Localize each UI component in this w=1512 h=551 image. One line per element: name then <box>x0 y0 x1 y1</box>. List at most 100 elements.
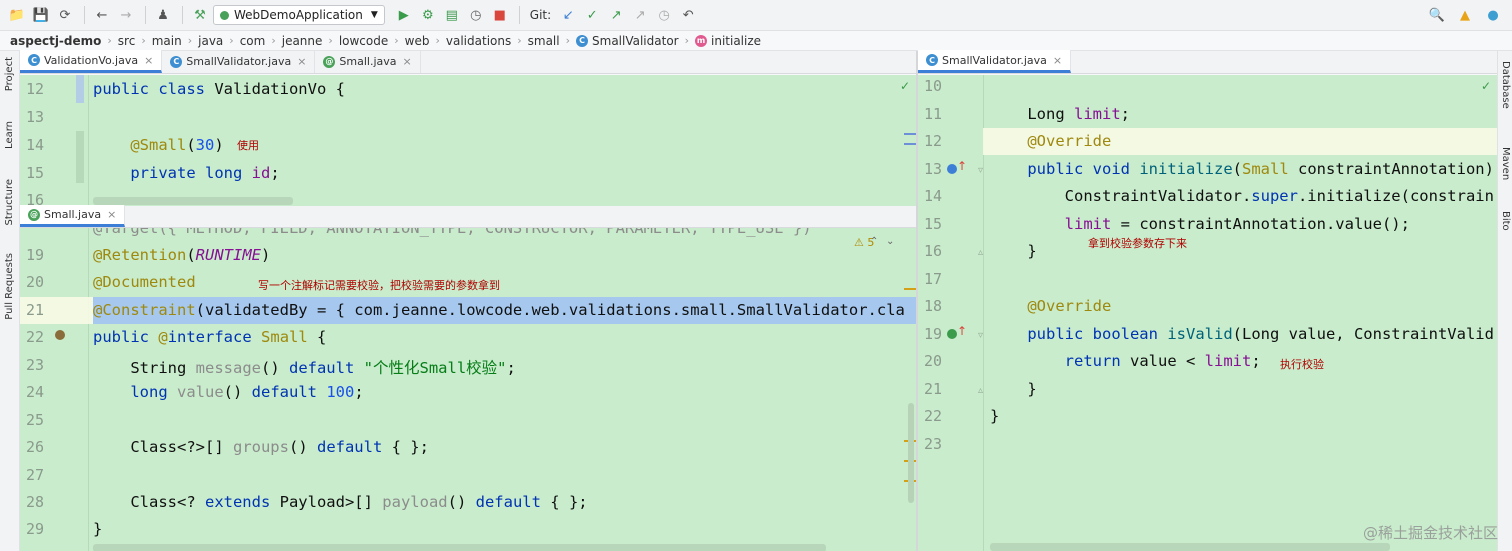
code-line: @Override <box>1027 132 1112 150</box>
tool-window-database[interactable]: Database <box>1500 61 1511 109</box>
tab-label: ValidationVo.java <box>44 53 139 67</box>
line-number: 13 <box>26 108 45 126</box>
tab-label: Small.java <box>339 55 397 68</box>
code-line: private long id; <box>130 164 280 182</box>
code-line: long value() default 100; <box>130 383 364 401</box>
close-icon[interactable]: × <box>297 55 306 68</box>
breadcrumb-method[interactable]: m initialize <box>695 34 761 48</box>
editor-small[interactable]: @Target({ METHOD, FIELD, ANNOTATION_TYPE… <box>20 228 916 551</box>
fold-icon[interactable]: ▵ <box>978 385 983 396</box>
run-icon[interactable]: ▶ <box>393 4 415 26</box>
git-rollback-icon[interactable]: ↶ <box>677 4 699 26</box>
fold-icon[interactable]: ▿ <box>978 165 983 176</box>
close-icon[interactable]: × <box>403 55 412 68</box>
line-number: 11 <box>924 105 943 123</box>
breadcrumb-src[interactable]: src <box>118 34 136 48</box>
debug-icon[interactable]: ⚙ <box>417 4 439 26</box>
breadcrumb-project[interactable]: aspectj-demo <box>10 34 101 48</box>
breadcrumb-com[interactable]: com <box>240 34 266 48</box>
editor-smallvalidator[interactable]: 10 11 12 13 14 15 16 17 18 19 20 21 22 2… <box>918 75 1497 551</box>
stop-icon[interactable]: ■ <box>489 4 511 26</box>
breadcrumb-jeanne[interactable]: jeanne <box>282 34 323 48</box>
editor-tabbar-top-left: C ValidationVo.java × C SmallValidator.j… <box>20 50 916 74</box>
tab-small[interactable]: @ Small.java × <box>315 50 421 73</box>
editor-tabbar-right: C SmallValidator.java × <box>918 50 1497 74</box>
tool-window-structure[interactable]: Structure <box>4 179 15 226</box>
tool-window-pull-requests[interactable]: Pull Requests <box>4 253 15 320</box>
user-icon[interactable]: ♟ <box>152 4 174 26</box>
line-number: 23 <box>26 356 45 374</box>
editor-validationvo[interactable]: 12 13 14 15 16 public class ValidationVo… <box>20 75 916 206</box>
code-line: Class<? extends Payload>[] payload() def… <box>93 493 588 511</box>
fold-icon[interactable]: ▿ <box>978 330 983 341</box>
tab-validationvo[interactable]: C ValidationVo.java × <box>20 50 163 73</box>
git-history-icon[interactable]: ◷ <box>653 4 675 26</box>
close-icon[interactable]: × <box>107 208 116 221</box>
chevron-down-icon[interactable]: ⌄ <box>886 236 894 247</box>
git-push-icon[interactable]: ↗ <box>605 4 627 26</box>
arrow-up-icon[interactable]: ↑ <box>957 324 967 338</box>
fold-icon[interactable]: ▵ <box>978 247 983 258</box>
line-number: 14 <box>924 187 943 205</box>
toolbar-right: 🔍 ▲ ● <box>1426 4 1506 26</box>
sync-icon[interactable]: ⟳ <box>54 4 76 26</box>
annotation-note: 执行校验 <box>1280 358 1324 371</box>
line-number: 28 <box>26 493 45 511</box>
breadcrumb-method-label: initialize <box>711 33 762 48</box>
breadcrumb: aspectj-demo › src › main › java › com ›… <box>0 31 1512 51</box>
update-icon[interactable]: ▲ <box>1454 4 1476 26</box>
code-line: Long limit; <box>990 105 1131 123</box>
tool-window-project[interactable]: Project <box>4 57 15 91</box>
implements-gutter-icon[interactable] <box>947 329 957 339</box>
save-icon[interactable]: 💾 <box>30 4 52 26</box>
close-icon[interactable]: × <box>144 54 153 67</box>
vertical-scrollbar[interactable] <box>908 403 914 503</box>
breadcrumb-separator: › <box>435 34 440 47</box>
tab-smallvalidator-right[interactable]: C SmallValidator.java × <box>918 50 1072 73</box>
breadcrumb-lowcode[interactable]: lowcode <box>339 34 388 48</box>
plugin-icon[interactable]: ● <box>1482 4 1504 26</box>
chevron-up-icon[interactable]: ⌃ <box>870 236 878 247</box>
git-commit-icon[interactable]: ✓ <box>581 4 603 26</box>
breadcrumb-main[interactable]: main <box>152 34 182 48</box>
line-number: 12 <box>26 80 45 98</box>
back-arrow-icon[interactable]: ← <box>91 4 113 26</box>
horizontal-scrollbar[interactable] <box>93 544 826 551</box>
code-line: @Retention(RUNTIME) <box>93 246 271 264</box>
profile-icon[interactable]: ◷ <box>465 4 487 26</box>
horizontal-scrollbar[interactable] <box>93 197 293 205</box>
tool-window-maven[interactable]: Maven <box>1500 147 1511 180</box>
git-label: Git: <box>529 8 552 22</box>
line-number: 20 <box>924 352 943 370</box>
coverage-icon[interactable]: ▤ <box>441 4 463 26</box>
close-icon[interactable]: × <box>1053 54 1062 67</box>
code-line-partial: @Target({ METHOD, FIELD, ANNOTATION_TYPE… <box>93 228 812 237</box>
tool-window-learn[interactable]: Learn <box>4 121 15 149</box>
breadcrumb-web[interactable]: web <box>405 34 430 48</box>
breadcrumb-validations[interactable]: validations <box>446 34 511 48</box>
breadcrumb-separator: › <box>271 34 276 47</box>
class-icon: C <box>576 34 589 47</box>
breadcrumb-small[interactable]: small <box>528 34 560 48</box>
breadcrumb-class[interactable]: C SmallValidator <box>576 34 679 48</box>
run-configuration-select[interactable]: WebDemoApplication ▼ <box>213 5 385 25</box>
run-configuration-label: WebDemoApplication <box>234 8 363 22</box>
implementation-gutter-icon[interactable] <box>55 330 65 340</box>
build-hammer-icon[interactable]: ⚒ <box>189 4 211 26</box>
method-icon: m <box>695 34 707 47</box>
left-tool-window-strip: Project Learn Structure Pull Requests <box>0 51 20 551</box>
line-number: 13 <box>924 160 943 178</box>
tab-smallvalidator[interactable]: C SmallValidator.java × <box>162 50 316 73</box>
breadcrumb-java[interactable]: java <box>198 34 223 48</box>
open-folder-icon[interactable]: 📁 <box>6 4 28 26</box>
forward-arrow-icon[interactable]: → <box>115 4 137 26</box>
code-line: ConstraintValidator.super.initialize(con… <box>990 187 1494 205</box>
git-update-icon[interactable]: ↙ <box>557 4 579 26</box>
search-icon[interactable]: 🔍 <box>1426 4 1448 26</box>
horizontal-scrollbar[interactable] <box>990 543 1390 551</box>
override-gutter-icon[interactable] <box>947 164 957 174</box>
tab-small-bottom[interactable]: @ Small.java × <box>20 205 126 227</box>
arrow-up-icon[interactable]: ↑ <box>957 159 967 173</box>
git-pull-requests-icon[interactable]: ↗ <box>629 4 651 26</box>
tool-window-bito[interactable]: Bito <box>1500 211 1511 231</box>
